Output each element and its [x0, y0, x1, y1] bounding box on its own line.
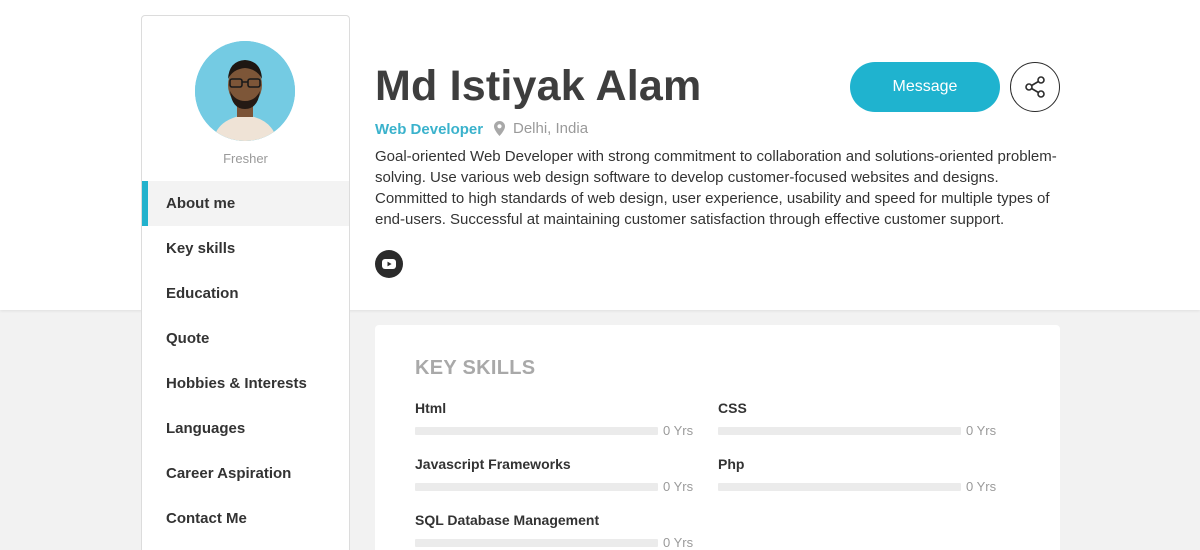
skill-name: SQL Database Management: [415, 512, 600, 528]
skill-years: 0 Yrs: [966, 479, 997, 494]
key-skills-title: KEY SKILLS: [415, 357, 536, 379]
skill-years: 0 Yrs: [663, 423, 694, 438]
skill-item: Php 0 Yrs: [718, 456, 998, 494]
skill-progress-bar: [415, 482, 658, 491]
profile-location: Delhi, India: [494, 120, 588, 137]
map-pin-icon: [494, 121, 505, 136]
skill-item: SQL Database Management 0 Yrs: [415, 512, 695, 550]
skill-years: 0 Yrs: [966, 423, 997, 438]
skill-item: Html 0 Yrs: [415, 400, 695, 438]
sidebar-item-hobbies-interests[interactable]: Hobbies & Interests: [142, 361, 349, 406]
share-icon: [1025, 76, 1045, 98]
sidebar-item-education[interactable]: Education: [142, 271, 349, 316]
skill-name: Javascript Frameworks: [415, 456, 571, 472]
skill-name: Php: [718, 456, 745, 472]
skill-progress-bar: [718, 426, 961, 435]
sidebar-item-contact-me[interactable]: Contact Me: [142, 496, 349, 541]
skill-name: CSS: [718, 400, 747, 416]
avatar: [195, 41, 295, 141]
youtube-link[interactable]: [375, 250, 403, 278]
sidebar-item-career-aspiration[interactable]: Career Aspiration: [142, 451, 349, 496]
sidebar-item-about-me[interactable]: About me: [142, 181, 349, 226]
skill-years: 0 Yrs: [663, 535, 694, 550]
youtube-icon: [382, 259, 396, 269]
skill-progress-bar: [718, 482, 961, 491]
profile-sidebar: Fresher About me Key skills Education Qu…: [141, 15, 350, 550]
share-button[interactable]: [1010, 62, 1060, 112]
skill-progress-bar: [415, 426, 658, 435]
skill-item: CSS 0 Yrs: [718, 400, 998, 438]
skill-name: Html: [415, 400, 447, 416]
skill-progress-bar: [415, 538, 658, 547]
profile-name: Md Istiyak Alam: [375, 62, 702, 110]
skill-item: Javascript Frameworks 0 Yrs: [415, 456, 695, 494]
key-skills-card: KEY SKILLS Html 0 Yrs CSS 0 Yrs Javascri…: [375, 325, 1060, 550]
profile-role: Web Developer: [375, 121, 484, 138]
sidebar-item-quote[interactable]: Quote: [142, 316, 349, 361]
location-text: Delhi, India: [513, 120, 589, 137]
career-status: Fresher: [223, 151, 268, 166]
skill-years: 0 Yrs: [663, 479, 694, 494]
sidebar-item-languages[interactable]: Languages: [142, 406, 349, 451]
sidebar-nav: About me Key skills Education Quote Hobb…: [142, 181, 349, 541]
sidebar-item-key-skills[interactable]: Key skills: [142, 226, 349, 271]
profile-bio: Goal-oriented Web Developer with strong …: [375, 148, 1057, 228]
message-button[interactable]: Message: [850, 62, 1000, 112]
